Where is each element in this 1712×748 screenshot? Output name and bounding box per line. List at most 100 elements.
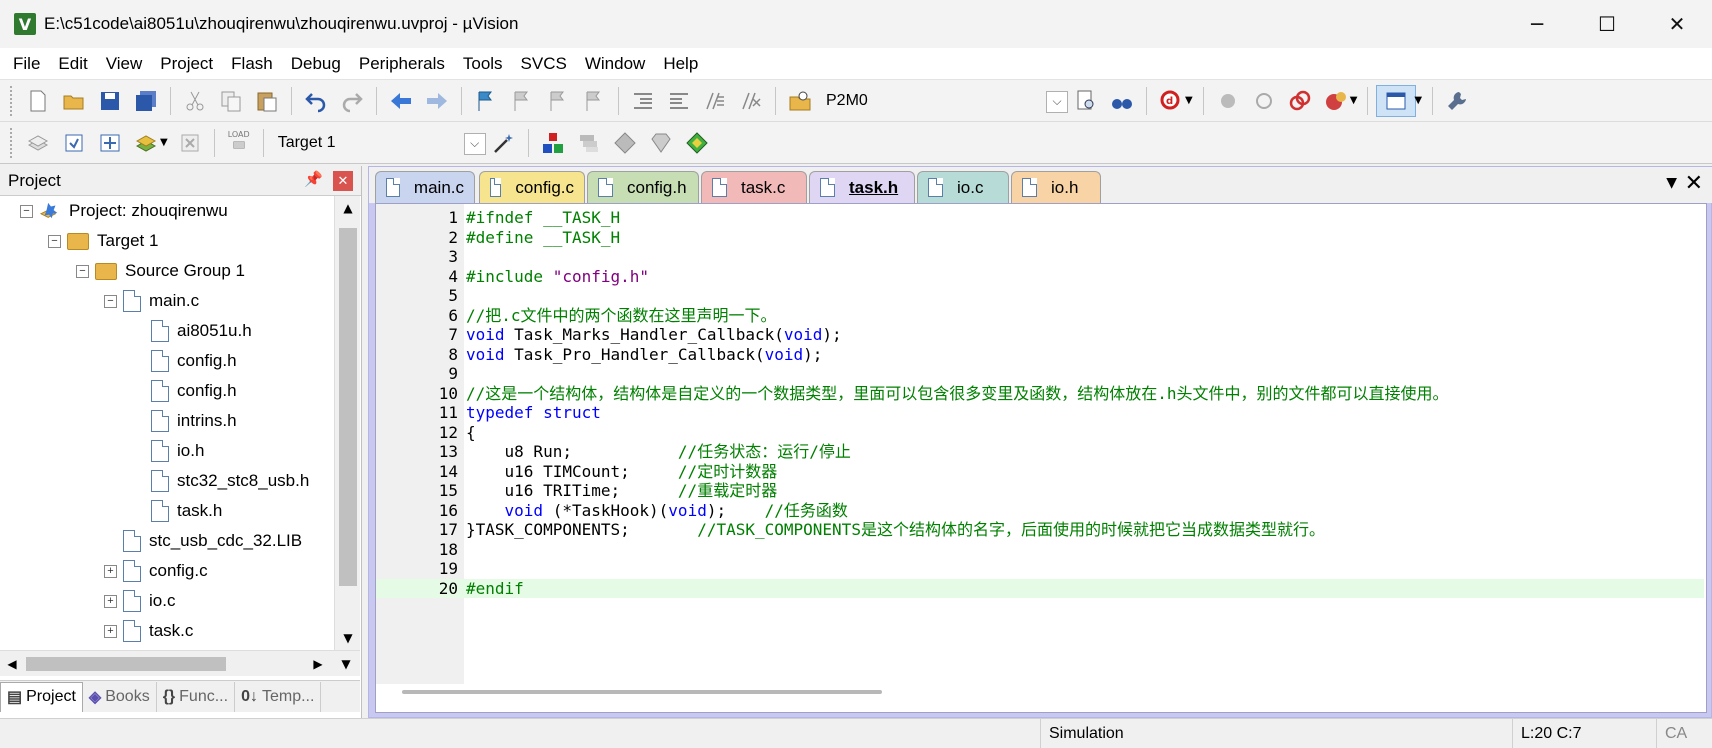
editor-tab[interactable]: task.h xyxy=(809,171,915,203)
uncomment-button[interactable] xyxy=(735,85,767,117)
close-tab-icon[interactable]: ✕ xyxy=(1685,171,1703,196)
menu-peripherals[interactable]: Peripherals xyxy=(350,48,454,80)
scroll-left-icon[interactable]: ◀ xyxy=(0,651,24,677)
find-in-files-button[interactable] xyxy=(784,85,816,117)
new-file-button[interactable] xyxy=(22,85,54,117)
paste-button[interactable] xyxy=(251,85,283,117)
code-line[interactable]: 4 #include "config.h" xyxy=(376,267,1704,287)
translate-button[interactable] xyxy=(22,127,54,159)
code-text[interactable]: 1 #ifndef __TASK_H 2 #define __TASK_H 3 4 #inc… xyxy=(376,208,1704,598)
scrollbar-thumb[interactable] xyxy=(339,228,357,586)
tree-item[interactable]: − main.c xyxy=(104,286,199,316)
rebuild-button[interactable] xyxy=(94,127,126,159)
code-line[interactable]: 7 void Task_Marks_Handler_Callback(void); xyxy=(376,325,1704,345)
editor-tab[interactable]: io.h xyxy=(1011,171,1101,203)
tree-item[interactable]: ai8051u.h xyxy=(132,316,252,346)
insert-bookmark-button[interactable] xyxy=(470,85,502,117)
navigate-forward-button[interactable] xyxy=(421,85,453,117)
minimize-button[interactable]: ─ xyxy=(1502,0,1572,48)
menu-svcs[interactable]: SVCS xyxy=(512,48,576,80)
chevron-down-icon[interactable]: ⌵ xyxy=(1046,90,1068,113)
dropdown-arrow-icon[interactable]: ▼ xyxy=(1185,95,1193,106)
code-line[interactable]: 2 #define __TASK_H xyxy=(376,228,1704,248)
tab-templates[interactable]: 0↓ Temp... xyxy=(235,681,322,712)
tree-item[interactable]: − Target 1 xyxy=(48,226,158,256)
menu-flash[interactable]: Flash xyxy=(222,48,282,80)
redo-button[interactable] xyxy=(336,85,368,117)
next-bookmark-button[interactable] xyxy=(542,85,574,117)
select-packs-button[interactable] xyxy=(609,127,641,159)
menu-view[interactable]: View xyxy=(97,48,152,80)
tree-item[interactable]: task.h xyxy=(132,496,222,526)
tree-item[interactable]: − Project: zhouqirenwu xyxy=(20,196,228,226)
toolbar-grip[interactable] xyxy=(10,127,14,158)
tree-item[interactable]: + io.c xyxy=(104,586,175,616)
build-button[interactable] xyxy=(58,127,90,159)
collapse-icon[interactable]: − xyxy=(76,264,89,278)
kill-breakpoints-button[interactable] xyxy=(1320,85,1352,117)
target-options-button[interactable] xyxy=(488,127,520,159)
code-line[interactable]: 3 xyxy=(376,247,1704,267)
code-line[interactable]: 17}TASK_COMPONENTS; //TASK_COMPONENTS是这个… xyxy=(376,520,1704,540)
find-button[interactable] xyxy=(1070,85,1102,117)
open-file-button[interactable] xyxy=(58,85,90,117)
code-line[interactable]: 14 u16 TIMCount; //定时计数器 xyxy=(376,462,1704,482)
editor-tab[interactable]: config.c xyxy=(479,171,585,203)
pin-icon[interactable]: 📌 xyxy=(304,170,323,188)
editor-tab[interactable]: main.c xyxy=(375,171,475,203)
code-line[interactable]: 9 xyxy=(376,364,1704,384)
previous-bookmark-button[interactable] xyxy=(506,85,538,117)
batch-build-button[interactable] xyxy=(130,127,162,159)
tab-books[interactable]: ◈ Books xyxy=(83,681,157,712)
clear-bookmarks-button[interactable] xyxy=(578,85,610,117)
pack-installer-button[interactable] xyxy=(645,127,677,159)
code-line[interactable]: 13 u8 Run; //任务状态：运行/停止 xyxy=(376,442,1704,462)
code-line[interactable]: 16 void (*TaskHook)(void); //任务函数 xyxy=(376,501,1704,521)
tree-item[interactable]: config.h xyxy=(132,346,237,376)
chevron-down-icon[interactable]: ⌵ xyxy=(463,132,486,155)
scroll-down-icon[interactable]: ▼ xyxy=(335,626,361,650)
close-window-button[interactable]: ✕ xyxy=(1642,0,1712,48)
stop-build-button[interactable] xyxy=(174,127,206,159)
comment-button[interactable] xyxy=(699,85,731,117)
menu-edit[interactable]: Edit xyxy=(49,48,96,80)
dropdown-arrow-icon[interactable]: ▼ xyxy=(160,137,168,148)
expand-icon[interactable]: + xyxy=(104,594,117,608)
code-line[interactable]: 10 //这是一个结构体，结构体是自定义的一个数据类型，里面可以包含很多变里及函数… xyxy=(376,384,1704,404)
runtime-environment-button[interactable] xyxy=(681,127,713,159)
toolbar-grip[interactable] xyxy=(10,85,14,116)
code-line[interactable]: 6 //把.c文件中的两个函数在这里声明一下。 xyxy=(376,306,1704,326)
code-line[interactable]: 19 xyxy=(376,559,1704,579)
menu-window[interactable]: Window xyxy=(576,48,654,80)
find-combo[interactable]: P2M0 ⌵ xyxy=(818,87,1068,115)
save-all-button[interactable] xyxy=(130,85,162,117)
enable-breakpoint-button[interactable] xyxy=(1248,85,1280,117)
close-panel-button[interactable]: ✕ xyxy=(333,171,353,191)
menu-debug[interactable]: Debug xyxy=(282,48,350,80)
expand-icon[interactable]: + xyxy=(104,564,117,578)
configure-button[interactable] xyxy=(1441,85,1473,117)
tree-item[interactable]: stc32_stc8_usb.h xyxy=(132,466,309,496)
manage-components-button[interactable] xyxy=(537,127,569,159)
tree-item[interactable]: io.h xyxy=(132,436,204,466)
code-line[interactable]: 15 u16 TRITime; //重载定时器 xyxy=(376,481,1704,501)
tree-item[interactable]: − Source Group 1 xyxy=(76,256,245,286)
download-button[interactable]: LOAD xyxy=(223,127,255,159)
tree-vertical-scrollbar[interactable]: ▲ ▼ xyxy=(334,196,360,650)
tab-functions[interactable]: {} Func... xyxy=(157,681,236,712)
tree-item[interactable]: config.h xyxy=(132,376,237,406)
menu-file[interactable]: File xyxy=(4,48,49,80)
tree-horizontal-scrollbar[interactable]: ◀ ▶ ▼ xyxy=(0,650,360,676)
editor-tab[interactable]: config.h xyxy=(587,171,699,203)
collapse-icon[interactable]: − xyxy=(20,204,33,218)
code-line[interactable]: 18 xyxy=(376,540,1704,560)
editor-tab[interactable]: io.c xyxy=(917,171,1009,203)
tree-item[interactable]: intrins.h xyxy=(132,406,237,436)
code-line[interactable]: 20 #endif xyxy=(376,578,1704,598)
code-line[interactable]: 8 void Task_Pro_Handler_Callback(void); xyxy=(376,345,1704,365)
debug-session-button[interactable]: d xyxy=(1155,85,1187,117)
undo-button[interactable] xyxy=(300,85,332,117)
insert-breakpoint-button[interactable] xyxy=(1212,85,1244,117)
disable-breakpoints-button[interactable] xyxy=(1284,85,1316,117)
dropdown-arrow-icon[interactable]: ▼ xyxy=(1350,95,1358,106)
